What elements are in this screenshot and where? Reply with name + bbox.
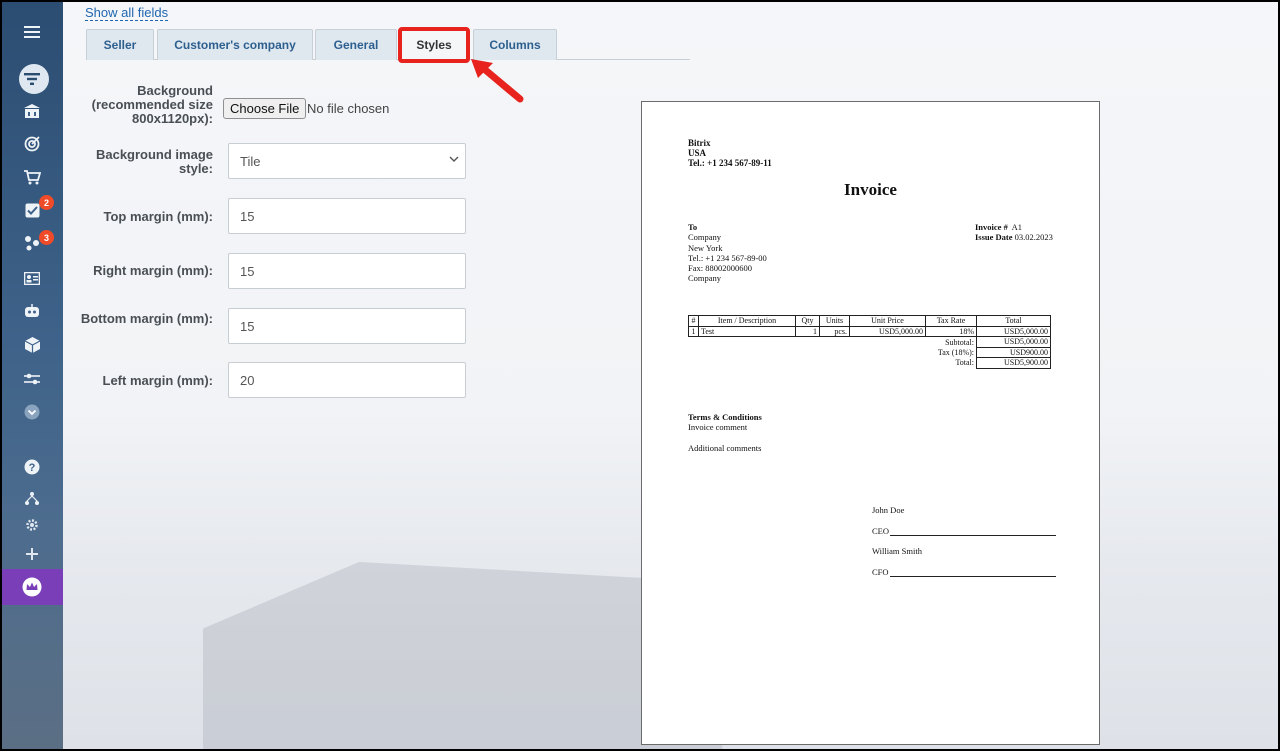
invoice-preview: Bitrix USA Tel.: +1 234 567-89-11 Invoic… xyxy=(641,101,1100,745)
main-content: Show all fields Seller Customer's compan… xyxy=(63,2,1278,749)
additional-comments: Additional comments xyxy=(688,442,762,453)
bottom-margin-input[interactable]: 15 xyxy=(228,308,466,344)
col-header: # xyxy=(688,315,699,327)
signer-1-role: CEO xyxy=(872,526,889,536)
bg-style-select[interactable]: Tile xyxy=(228,143,466,179)
tab-bar: Seller Customer's company General Styles… xyxy=(86,29,690,60)
tax-row: Tax (18%): USD900.00 xyxy=(689,346,1051,358)
subtotal-label: Subtotal: xyxy=(945,337,974,347)
issue-date-label: Issue Date xyxy=(975,232,1013,243)
top-margin-input[interactable]: 15 xyxy=(228,198,466,234)
invoice-title: Invoice xyxy=(844,180,897,199)
issue-date: 03.02.2023 xyxy=(1014,232,1053,243)
cell: pcs. xyxy=(819,325,850,337)
terms-title: Terms & Conditions xyxy=(688,412,762,422)
signer-1-line: CEO xyxy=(872,526,1056,536)
to-company: Company xyxy=(688,232,722,243)
more-chevron-icon[interactable] xyxy=(20,400,44,424)
invoice-meta: Invoice # A1 Issue Date 03.02.2023 xyxy=(975,222,1053,243)
cell: USD5,000.00 xyxy=(976,325,1051,337)
signature-line xyxy=(889,569,1056,577)
to-fax: Fax: 88002000600 xyxy=(688,263,752,274)
col-header: Tax Rate xyxy=(925,315,977,327)
right-margin-label: Right margin (mm): xyxy=(93,263,213,278)
col-header: Total xyxy=(976,315,1051,327)
add-plus-icon[interactable] xyxy=(20,542,44,566)
subtotal-row: Subtotal: USD5,000.00 xyxy=(689,336,1051,348)
filter-icon[interactable] xyxy=(20,67,44,91)
invoice-no-label: Invoice # xyxy=(975,222,1008,232)
chevron-down-icon xyxy=(449,155,459,166)
signer-2-name: William Smith xyxy=(872,546,922,556)
top-margin-label: Top margin (mm): xyxy=(103,209,213,224)
crown-icon[interactable] xyxy=(20,575,44,599)
col-header: Unit Price xyxy=(849,315,926,327)
styles-tab-highlight-box xyxy=(398,27,470,63)
total-row: Total: USD5,900.00 xyxy=(689,357,1051,369)
choose-file-button[interactable]: Choose File xyxy=(223,98,307,119)
seller-country: USA xyxy=(688,148,707,158)
right-margin-input[interactable]: 15 xyxy=(228,253,466,289)
show-all-fields-link[interactable]: Show all fields xyxy=(85,5,169,21)
tab-general[interactable]: General xyxy=(315,29,397,60)
bg-style-label: Background image style: xyxy=(95,147,213,176)
terms-block: Terms & Conditions Invoice comment Addit… xyxy=(688,412,762,453)
contact-card-icon[interactable] xyxy=(20,266,44,290)
signer-2-role: CFO xyxy=(872,567,889,577)
sitemap-icon[interactable] xyxy=(20,486,44,510)
sliders-icon[interactable] xyxy=(20,367,44,391)
bg-style-value: Tile xyxy=(240,153,261,169)
no-file-chosen-text: No file chosen xyxy=(307,101,390,116)
tax-label: Tax (18%): xyxy=(937,347,974,357)
to-company-2: Company xyxy=(688,273,722,284)
to-label: To xyxy=(688,222,698,232)
bank-icon[interactable] xyxy=(20,99,44,123)
help-icon[interactable]: ? xyxy=(20,455,44,479)
left-margin-input[interactable]: 20 xyxy=(228,362,466,398)
cell: 1 xyxy=(795,325,820,337)
tab-seller[interactable]: Seller xyxy=(86,29,154,60)
left-sidebar: 2 3 ? xyxy=(2,2,63,749)
cell: Test xyxy=(698,325,796,337)
robot-icon[interactable] xyxy=(20,299,44,323)
seller-phone: Tel.: +1 234 567-89-11 xyxy=(688,158,772,168)
tax-value: USD900.00 xyxy=(976,346,1051,358)
total-value: USD5,900.00 xyxy=(976,357,1051,369)
target-icon[interactable] xyxy=(20,132,44,156)
tab-customers-company[interactable]: Customer's company xyxy=(157,29,313,60)
table-row: 1 Test 1 pcs. USD5,000.00 18% USD5,000.0… xyxy=(688,325,1051,337)
bottom-margin-label: Bottom margin (mm): xyxy=(80,311,213,326)
left-margin-label: Left margin (mm): xyxy=(102,373,214,388)
tasks-badge: 2 xyxy=(39,195,54,210)
background-label: Background (recommended size 800x1120px)… xyxy=(91,83,213,126)
col-header: Qty xyxy=(795,315,820,327)
to-phone: Tel.: +1 234 567-89-00 xyxy=(688,252,767,263)
svg-text:?: ? xyxy=(29,462,36,474)
invoice-no: A1 xyxy=(1011,222,1022,232)
menu-icon[interactable] xyxy=(20,20,44,44)
terms-text: Invoice comment xyxy=(688,422,748,433)
signature-line xyxy=(890,528,1056,536)
invoice-items-table: # Item / Description Qty Units Unit Pric… xyxy=(688,315,1051,369)
seller-block: Bitrix USA Tel.: +1 234 567-89-11 xyxy=(688,138,772,168)
settings-gear-icon[interactable] xyxy=(20,513,44,537)
to-city: New York xyxy=(688,242,723,253)
box-icon[interactable] xyxy=(20,333,44,357)
feed-badge: 3 xyxy=(39,230,54,245)
signer-1-name: John Doe xyxy=(872,505,905,515)
total-label: Total: xyxy=(955,358,974,368)
subtotal-value: USD5,000.00 xyxy=(976,336,1051,348)
pointer-arrow-icon xyxy=(471,59,524,103)
seller-name: Bitrix xyxy=(688,138,711,148)
cell: 18% xyxy=(925,325,977,337)
cell: 1 xyxy=(688,325,699,337)
cart-icon[interactable] xyxy=(20,165,44,189)
col-header: Item / Description xyxy=(698,315,796,327)
signer-2-line: CFO xyxy=(872,567,1056,577)
table-header-row: # Item / Description Qty Units Unit Pric… xyxy=(688,315,1051,327)
buyer-block: To Company New York Tel.: +1 234 567-89-… xyxy=(688,222,767,284)
col-header: Units xyxy=(819,315,850,327)
cell: USD5,000.00 xyxy=(849,325,926,337)
